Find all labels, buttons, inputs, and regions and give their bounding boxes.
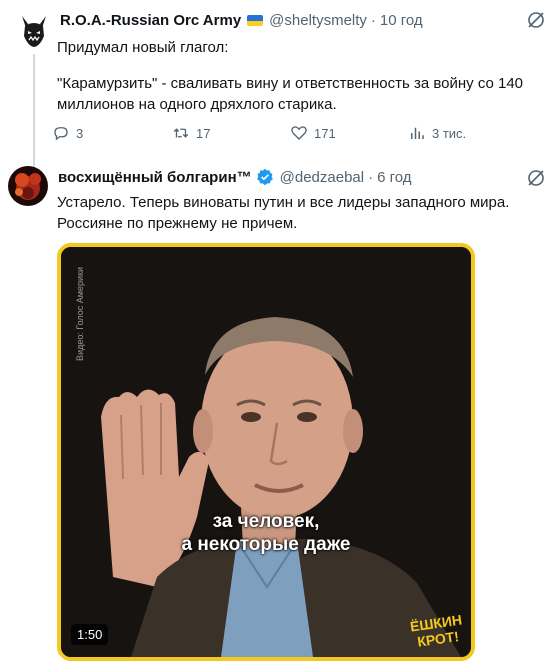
views-button[interactable]: 3 тис. (408, 124, 466, 142)
timestamp[interactable]: 6 год (377, 169, 411, 186)
repost-count: 17 (196, 125, 211, 141)
orc-face-icon (14, 10, 54, 50)
repost-button[interactable]: 17 (172, 124, 210, 142)
video-subtitle: за человек, (212, 511, 320, 532)
thread-connector-line (33, 54, 35, 172)
reply-button[interactable]: 3 (52, 124, 83, 142)
repost-icon (173, 128, 189, 138)
reply-count: 3 (76, 125, 84, 141)
avatar[interactable] (14, 10, 54, 50)
reply-icon (54, 127, 68, 141)
tweet-actions: 3 17 171 3 тис. (52, 124, 532, 146)
video-watermark: Видео: Голос Америки (75, 267, 85, 361)
video-subtitle: а некоторые даже (181, 534, 351, 555)
video-player[interactable]: Видео: Голос Америки за человек, а некот… (57, 243, 475, 661)
video-duration-badge: 1:50 (71, 624, 109, 645)
tweet-header: восхищённый болгарин™ @dedzaebal · 6 год (58, 168, 412, 186)
like-button[interactable]: 171 (290, 124, 336, 142)
video-frame (61, 247, 471, 657)
grok-icon[interactable] (526, 168, 546, 188)
like-count: 171 (314, 125, 336, 141)
tweet-text-line: Устарело. Теперь виноваты путин и все ли… (57, 194, 510, 211)
author-name[interactable]: R.O.A.-Russian Orc Army (60, 12, 241, 29)
separator-dot: · (370, 12, 376, 29)
views-count: 3 тис. (432, 125, 467, 141)
author-handle[interactable]: @sheltysmelty (269, 12, 367, 29)
avatar[interactable] (8, 166, 48, 206)
timestamp[interactable]: 10 год (380, 12, 423, 29)
heart-icon (291, 126, 307, 140)
tweet-text-line: Придумал новый глагол: (57, 39, 229, 56)
bulgarian-avatar-icon (8, 166, 48, 206)
tweet-text-line: "Карамурзить" - сваливать вину и ответст… (57, 75, 524, 92)
tweet-header: R.O.A.-Russian Orc Army @sheltysmelty · … (60, 12, 423, 29)
views-icon (411, 127, 424, 139)
tweet-text-line: Россияне по прежнему не причем. (57, 215, 298, 232)
tweet-original[interactable]: R.O.A.-Russian Orc Army @sheltysmelty · … (0, 0, 554, 172)
author-name[interactable]: восхищённый болгарин™ (58, 169, 252, 186)
grok-icon[interactable] (526, 10, 546, 30)
verified-badge-icon (256, 168, 273, 186)
ukraine-flag-icon (247, 15, 264, 26)
tweet-text-line: миллионов на одного дряхлого старика. (57, 96, 337, 113)
author-handle[interactable]: @dedzaebal (280, 169, 364, 186)
separator-dot: · (368, 168, 374, 186)
